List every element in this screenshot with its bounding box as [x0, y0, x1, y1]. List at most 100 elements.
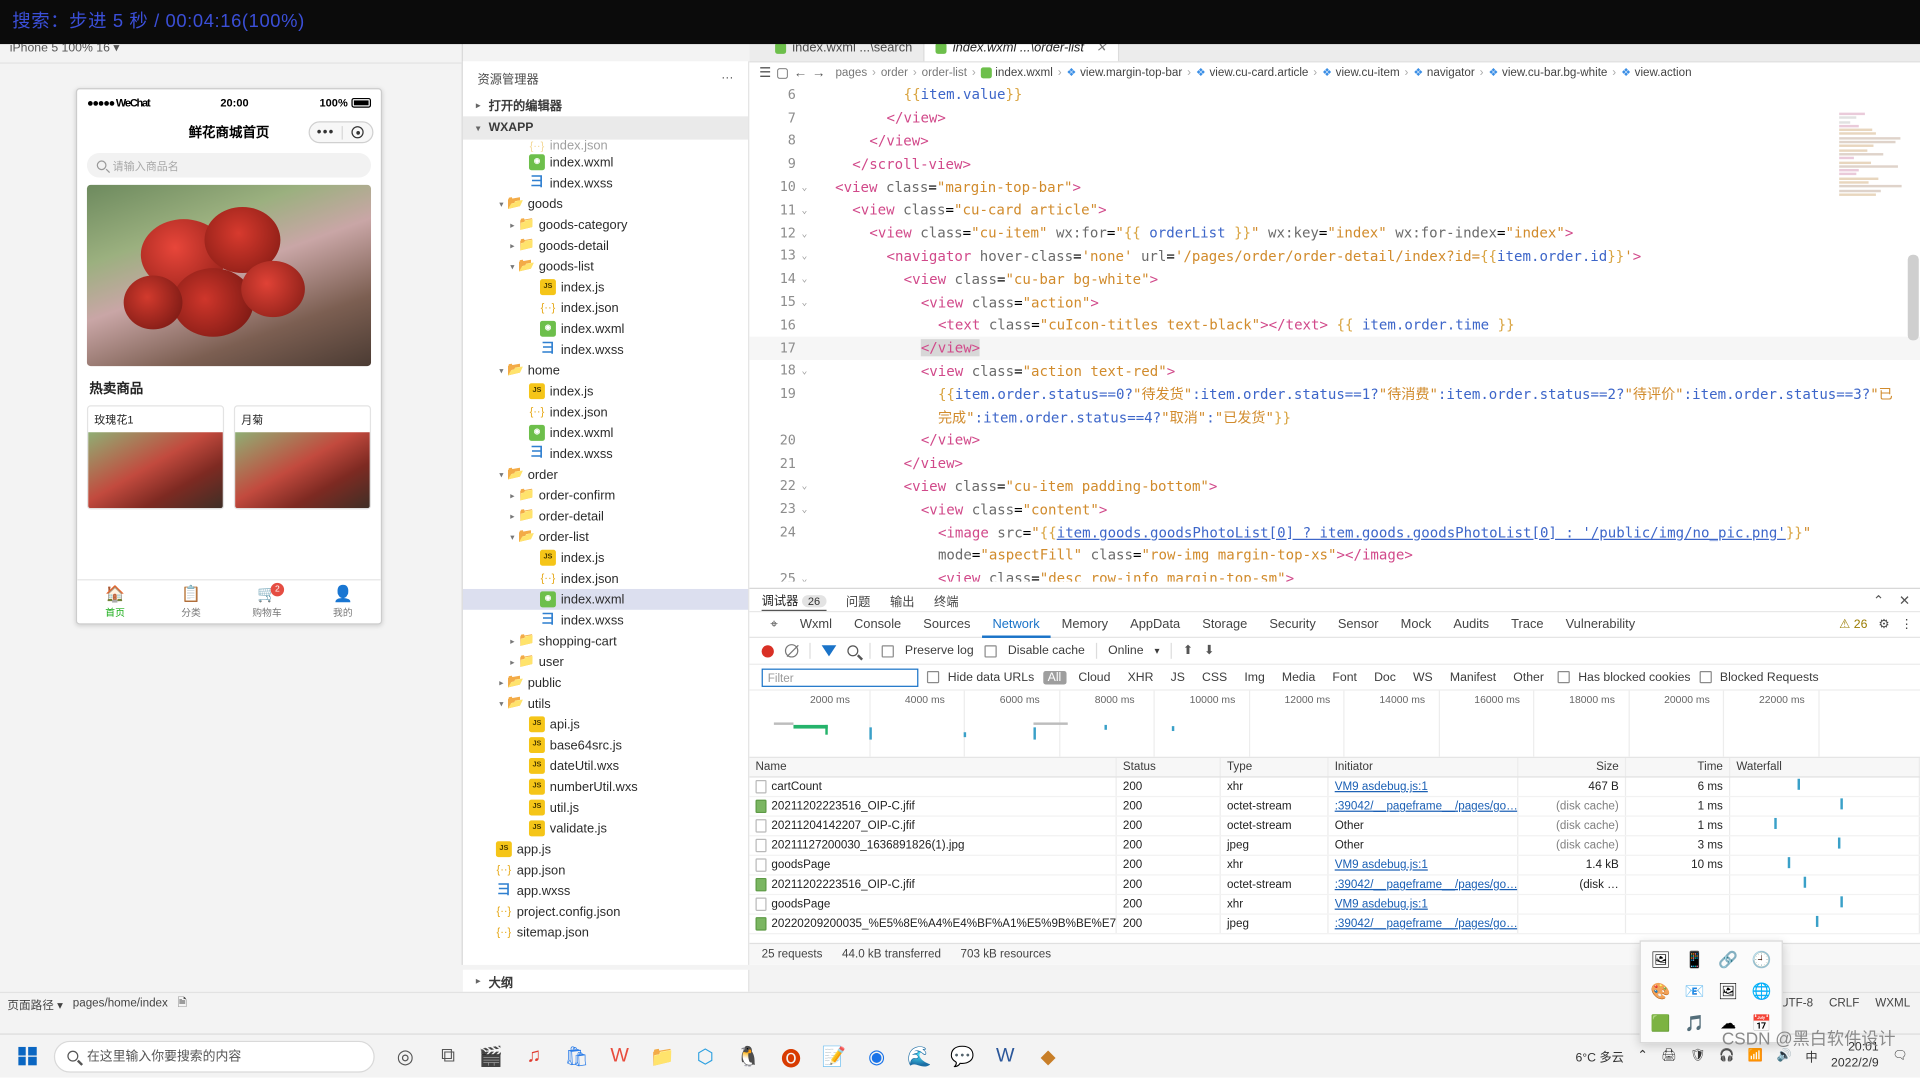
file-tree-item[interactable]: ▾ 📂 order	[463, 464, 748, 485]
code-line[interactable]: 10 ⌄ <view class="margin-top-bar">	[749, 175, 1920, 198]
column-type[interactable]: Type	[1221, 758, 1329, 776]
chevron-down-icon[interactable]: ▾	[507, 261, 518, 271]
initiator-link[interactable]: :39042/__pageframe__/pages/go…	[1335, 800, 1518, 813]
chevron-right-icon[interactable]: ▸	[507, 636, 518, 646]
start-button[interactable]	[0, 1034, 54, 1078]
file-tree-item[interactable]: JS numberUtil.wxs	[463, 776, 748, 797]
fold-toggle-icon[interactable]: ⌄	[796, 504, 813, 515]
fold-toggle-icon[interactable]: ⌄	[796, 273, 813, 284]
code-line[interactable]: 6 {{item.value}}	[749, 83, 1920, 106]
file-tree-item[interactable]: 彐 index.wxss	[463, 610, 748, 631]
file-tree-item[interactable]: ◉ index.wxml	[463, 152, 748, 173]
network-row[interactable]: 20220209200035_%E5%8E%A4%E4%BF%A1%E5%9B%…	[749, 915, 1920, 935]
filter-type-css[interactable]: CSS	[1197, 670, 1232, 683]
code-line[interactable]: 12 ⌄ <view class="cu-item" wx:for="{{ orde…	[749, 221, 1920, 244]
devtools-tab-audits[interactable]: Audits	[1442, 612, 1500, 638]
throttling-select[interactable]: Online	[1108, 644, 1143, 657]
code-line[interactable]: 8 </view>	[749, 129, 1920, 152]
page-path-value[interactable]: pages/home/index	[73, 997, 168, 1010]
tray-icon-grid[interactable]: 🟩	[1644, 1008, 1676, 1038]
app-icon-office[interactable]: 🅞	[778, 1043, 805, 1070]
breadcrumb-item[interactable]: ❖ view.action	[1621, 66, 1691, 79]
code-lines[interactable]: 6 {{item.value}} 7 </view> 8 </view> 9 </scroll…	[749, 83, 1920, 581]
file-tree-item[interactable]: ▾ 📂 goods	[463, 193, 748, 214]
file-tree-item[interactable]: JS app.js	[463, 839, 748, 860]
tray-icon-printer[interactable]: 🖨	[1661, 1049, 1677, 1062]
close-panel-icon[interactable]: ✕	[1899, 592, 1910, 608]
column-initiator[interactable]: Initiator	[1329, 758, 1519, 776]
filter-icon[interactable]	[822, 645, 837, 656]
column-name[interactable]: Name	[749, 758, 1116, 776]
breadcrumb-item[interactable]: index.wxml	[981, 66, 1053, 79]
blocked-requests-checkbox[interactable]	[1699, 671, 1711, 683]
chevron-right-icon[interactable]: ▸	[507, 657, 518, 667]
file-tree-item[interactable]: 彐 index.wxss	[463, 339, 748, 360]
file-tree-item[interactable]: ▾ 📂 goods-list	[463, 256, 748, 277]
fold-toggle-icon[interactable]: ⌄	[796, 204, 813, 215]
explorer-section-wxapp[interactable]: ▾ WXAPP	[463, 116, 748, 139]
code-line[interactable]: mode="aspectFill" class="row-img margin-…	[749, 544, 1920, 567]
file-tree-item[interactable]: {··} index.json	[463, 298, 748, 319]
explorer-section-outline[interactable]: ▸ 大纲	[463, 970, 750, 992]
export-har-icon[interactable]: ⬇	[1204, 644, 1214, 657]
network-row[interactable]: goodsPage 200 xhr VM9 asdebug.js:1	[749, 895, 1920, 915]
eol[interactable]: CRLF	[1829, 997, 1859, 1010]
fold-toggle-icon[interactable]: ⌄	[796, 250, 813, 261]
devtools-more-icon[interactable]: ⋮	[1900, 618, 1912, 631]
goods-card[interactable]: 月菊	[234, 405, 371, 509]
panel-tab-problems[interactable]: 问题	[846, 591, 870, 609]
tabbar-item-home[interactable]: 🏠 首页	[77, 580, 153, 623]
fold-toggle-icon[interactable]: ⌄	[796, 481, 813, 492]
chevron-down-icon[interactable]: ▾	[507, 532, 518, 542]
task-view-icon[interactable]: ⧉	[435, 1043, 462, 1070]
tabbar-item-cart[interactable]: 🛒 2 购物车	[229, 580, 305, 623]
record-icon[interactable]	[762, 645, 774, 657]
clear-icon[interactable]	[785, 644, 798, 657]
chevron-right-icon[interactable]: ▸	[496, 678, 507, 688]
tray-icon-shield[interactable]: 🛡	[1690, 1049, 1706, 1062]
tray-icon-phone[interactable]: 📱	[1678, 945, 1710, 975]
forward-icon[interactable]: →	[812, 66, 825, 81]
code-line[interactable]: 9 </scroll-view>	[749, 152, 1920, 175]
code-line[interactable]: 19 {{item.order.status==0?"待发货":item.orde…	[749, 382, 1920, 405]
file-tree-item[interactable]: ◉ index.wxml	[463, 589, 748, 610]
chevron-down-icon[interactable]: ▾	[1155, 645, 1160, 656]
network-row[interactable]: goodsPage 200 xhr VM9 asdebug.js:1 1.4 kB 10 …	[749, 856, 1920, 876]
app-icon-chrome[interactable]: ◉	[863, 1043, 890, 1070]
layout-icon[interactable]: ▢	[776, 65, 789, 81]
app-icon-wps[interactable]: W	[606, 1043, 633, 1070]
initiator-link[interactable]: VM9 asdebug.js:1	[1335, 780, 1428, 793]
tray-icon-clock[interactable]: 🕘	[1746, 945, 1778, 975]
app-icon-word[interactable]: W	[992, 1043, 1019, 1070]
initiator-link[interactable]: :39042/__pageframe__/pages/go…	[1335, 878, 1518, 891]
chevron-up-icon[interactable]: ⌃	[1637, 1049, 1647, 1062]
code-line[interactable]: 完成":item.order.status==4?"取消":"已发货"}}	[749, 405, 1920, 428]
code-line[interactable]: 21 </view>	[749, 452, 1920, 475]
tray-icon-music[interactable]: 🎵	[1678, 1008, 1710, 1038]
filter-type-cloud[interactable]: Cloud	[1074, 670, 1116, 683]
breadcrumb-item[interactable]: ❖ view.cu-item	[1322, 66, 1400, 79]
banner-image[interactable]	[87, 185, 371, 366]
app-icon-video[interactable]: 🎬	[478, 1043, 505, 1070]
devtools-tab-trace[interactable]: Trace	[1500, 612, 1554, 638]
file-tree-item[interactable]: JS base64src.js	[463, 735, 748, 756]
file-tree-item[interactable]: ◉ index.wxml	[463, 422, 748, 443]
search-input[interactable]: 请输入商品名	[87, 153, 371, 177]
initiator-link[interactable]: VM9 asdebug.js:1	[1335, 898, 1428, 911]
file-tree-item[interactable]: {··} app.json	[463, 860, 748, 881]
file-tree-item[interactable]: {··} sitemap.json	[463, 922, 748, 943]
app-icon-folder[interactable]: 📁	[649, 1043, 676, 1070]
filter-type-font[interactable]: Font	[1328, 670, 1362, 683]
code-line[interactable]: 20 </view>	[749, 429, 1920, 452]
devtools-tab-security[interactable]: Security	[1258, 612, 1326, 638]
hide-data-urls-checkbox[interactable]	[927, 671, 939, 683]
tray-icon-screenshot[interactable]: 🖼	[1644, 945, 1676, 975]
chevron-down-icon[interactable]: ▾	[496, 366, 507, 376]
column-waterfall[interactable]: Waterfall	[1730, 758, 1920, 776]
filter-type-xhr[interactable]: XHR	[1123, 670, 1159, 683]
disable-cache-checkbox[interactable]	[985, 645, 997, 657]
file-tree-item[interactable]: JS validate.js	[463, 818, 748, 839]
fold-toggle-icon[interactable]: ⌄	[796, 573, 813, 582]
app-icon-netease[interactable]: ♫	[520, 1043, 547, 1070]
editor-scrollbar[interactable]	[1908, 255, 1919, 341]
